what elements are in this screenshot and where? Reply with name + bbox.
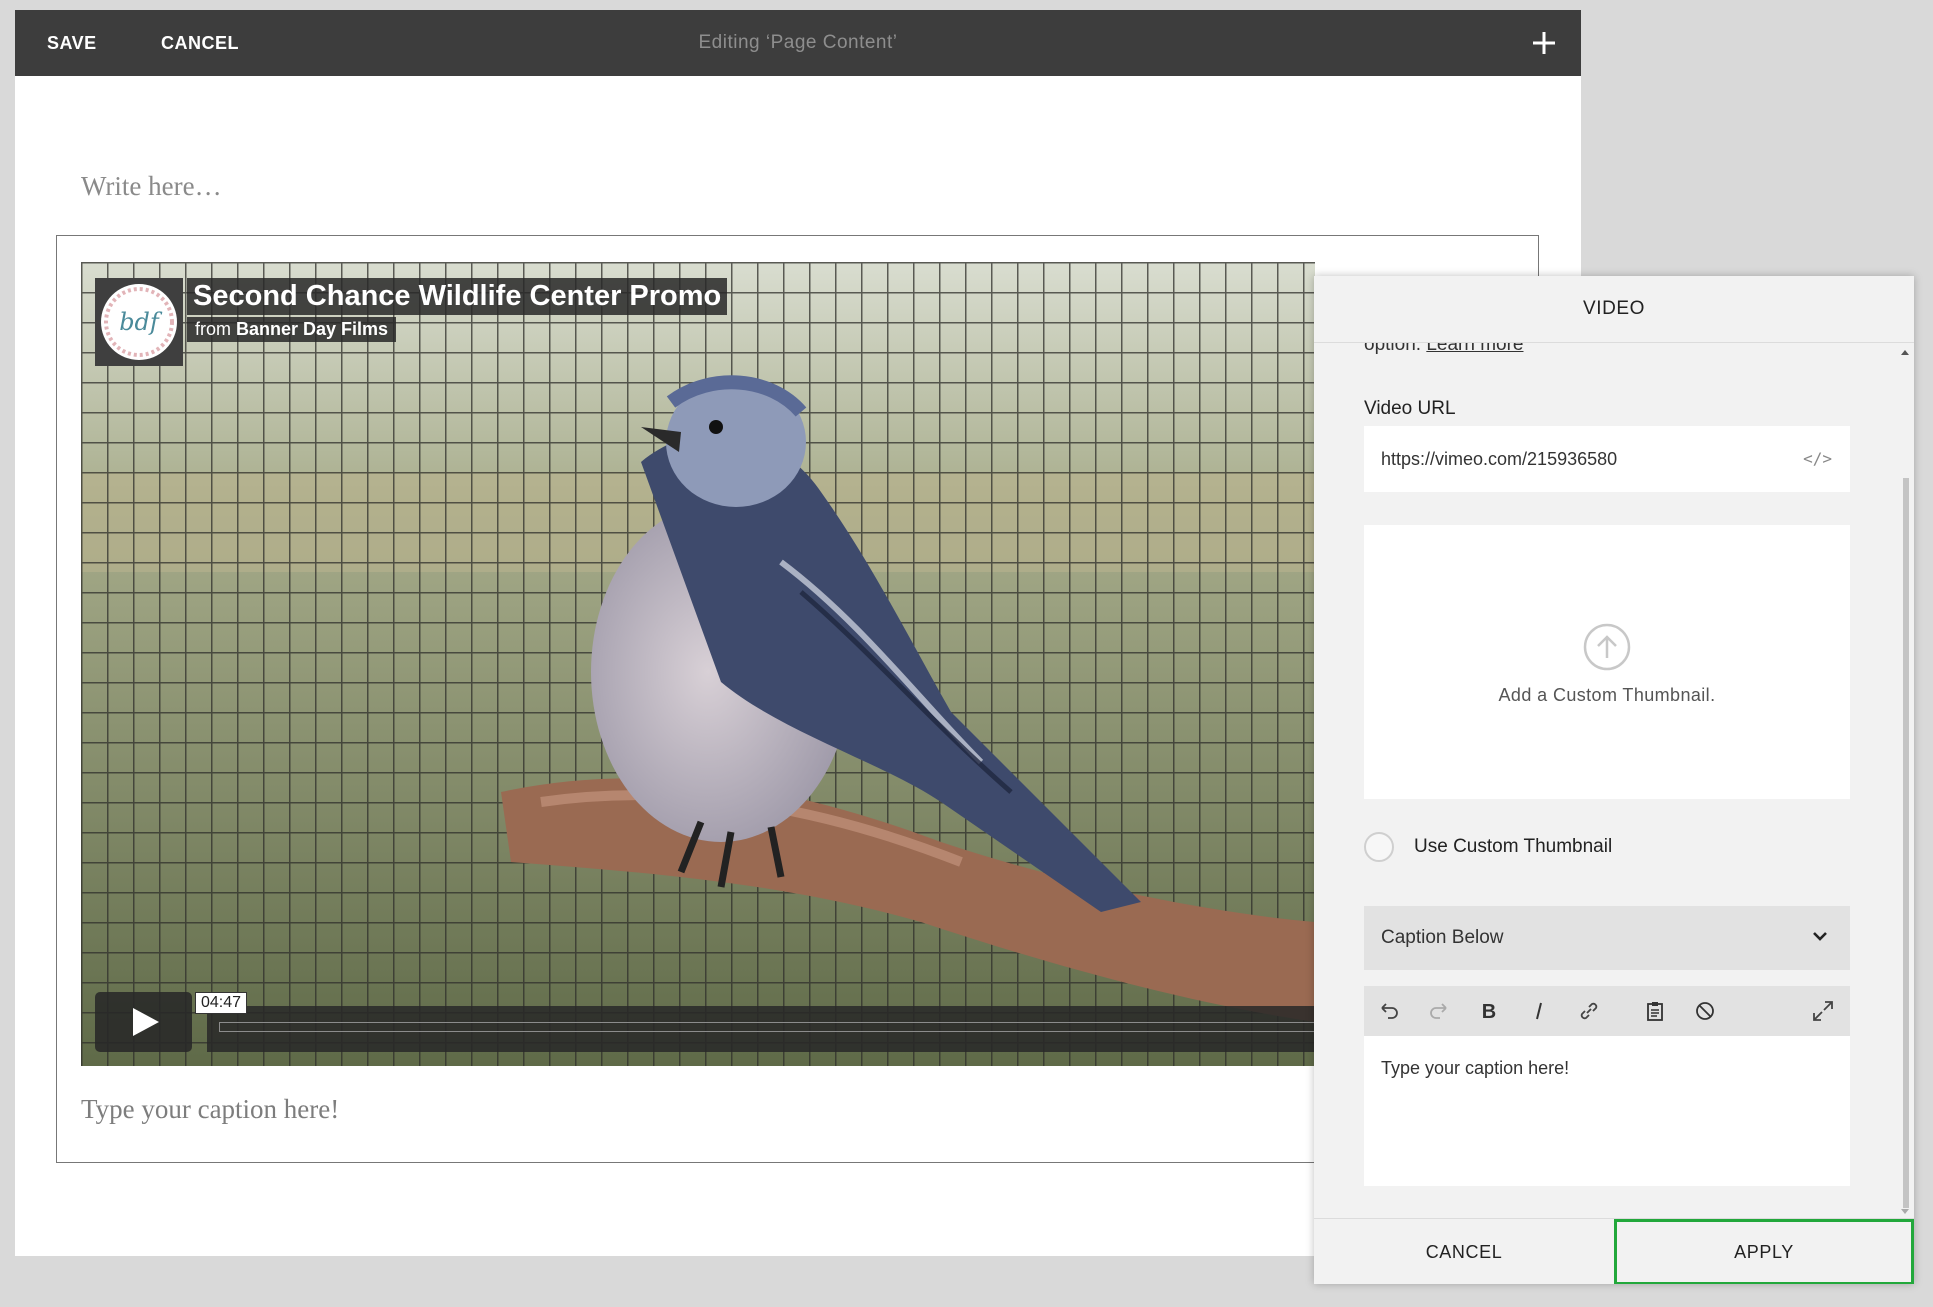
- embed-code-icon[interactable]: </>: [1803, 449, 1832, 468]
- panel-scrollbar[interactable]: [1898, 342, 1912, 1222]
- undo-icon[interactable]: [1376, 998, 1402, 1024]
- clear-format-icon[interactable]: [1692, 998, 1718, 1024]
- video-byline[interactable]: from Banner Day Films: [187, 317, 397, 342]
- video-thumbnail-image: [81, 262, 1315, 1066]
- video-url-value[interactable]: https://vimeo.com/215936580: [1381, 426, 1617, 492]
- caption-position-select[interactable]: Caption Below: [1364, 906, 1850, 970]
- progress-track[interactable]: [219, 1022, 1315, 1032]
- caption-editor[interactable]: Type your caption here!: [1364, 1036, 1850, 1186]
- add-block-icon[interactable]: [1527, 26, 1561, 60]
- text-block-placeholder[interactable]: Write here…: [81, 171, 222, 202]
- help-text-fragment: option.: [1364, 342, 1427, 355]
- byline-author[interactable]: Banner Day Films: [236, 319, 388, 339]
- video-player[interactable]: bdf Second Chance Wildlife Center Promo …: [81, 262, 1315, 1066]
- video-progress-bar[interactable]: [207, 1006, 1315, 1052]
- panel-scroll-area[interactable]: option. Learn more Video URL https://vim…: [1314, 342, 1914, 1222]
- channel-logo[interactable]: bdf: [95, 278, 183, 366]
- video-url-input[interactable]: https://vimeo.com/215936580 </>: [1364, 426, 1850, 492]
- panel-footer: CANCEL APPLY: [1314, 1218, 1914, 1284]
- editor-title: Editing ‘Page Content’: [698, 32, 898, 53]
- link-icon[interactable]: [1576, 998, 1602, 1024]
- play-button[interactable]: [95, 992, 192, 1052]
- panel-title: VIDEO: [1314, 276, 1914, 343]
- panel-help-text: option. Learn more: [1364, 342, 1524, 356]
- custom-thumbnail-upload[interactable]: Add a Custom Thumbnail.: [1364, 525, 1850, 799]
- caption-editor-toolbar: B: [1364, 986, 1850, 1036]
- caption-position-value: Caption Below: [1381, 927, 1504, 948]
- video-duration: 04:47: [195, 992, 248, 1014]
- editor-toolbar: SAVE CANCEL Editing ‘Page Content’: [15, 10, 1581, 76]
- chevron-down-icon: [1813, 932, 1827, 941]
- redo-icon[interactable]: [1426, 998, 1452, 1024]
- scrollbar-thumb[interactable]: [1903, 478, 1909, 1208]
- italic-icon[interactable]: [1526, 998, 1552, 1024]
- video-url-label: Video URL: [1364, 398, 1456, 419]
- custom-thumbnail-label: Add a Custom Thumbnail.: [1498, 685, 1716, 705]
- radio-circle-icon[interactable]: [1364, 832, 1394, 862]
- byline-prefix: from: [195, 319, 231, 339]
- use-custom-thumbnail-label: Use Custom Thumbnail: [1414, 836, 1613, 857]
- expand-icon[interactable]: [1810, 998, 1836, 1024]
- video-caption[interactable]: Type your caption here!: [81, 1094, 339, 1125]
- caption-editor-text[interactable]: Type your caption here!: [1381, 1058, 1569, 1079]
- svg-text:B: B: [1482, 1001, 1496, 1022]
- logo-text: bdf: [119, 308, 163, 336]
- scroll-down-arrow-icon[interactable]: [1901, 1209, 1909, 1214]
- video-title[interactable]: Second Chance Wildlife Center Promo: [187, 278, 728, 315]
- play-icon: [133, 1008, 159, 1036]
- scroll-up-arrow-icon[interactable]: [1901, 350, 1909, 355]
- upload-arrow-icon: [1583, 623, 1631, 671]
- bold-icon[interactable]: B: [1476, 998, 1502, 1024]
- paste-icon[interactable]: [1642, 998, 1668, 1024]
- video-settings-panel: VIDEO option. Learn more Video URL https…: [1314, 276, 1914, 1284]
- apply-button[interactable]: APPLY: [1614, 1219, 1914, 1284]
- panel-cancel-button[interactable]: CANCEL: [1314, 1219, 1614, 1284]
- learn-more-link[interactable]: Learn more: [1426, 342, 1523, 355]
